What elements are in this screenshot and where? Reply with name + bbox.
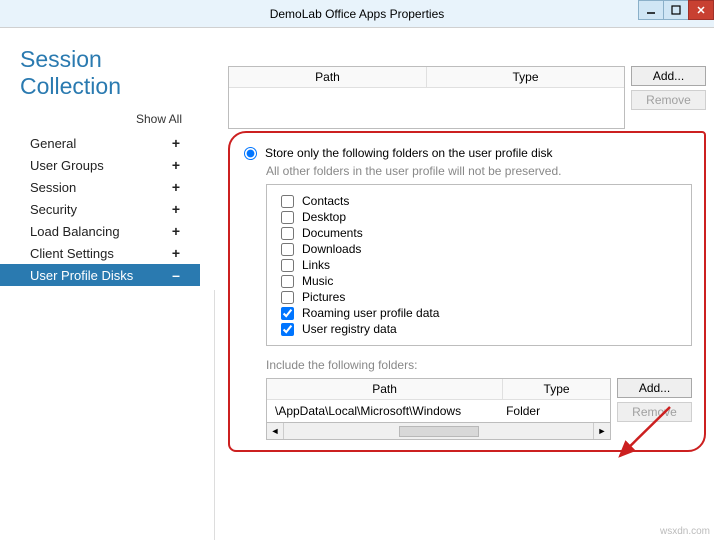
expand-icon[interactable]: +: [170, 179, 182, 195]
folder-checkbox-roaming-user-profile-data[interactable]: Roaming user profile data: [281, 305, 677, 321]
include-horizontal-scrollbar[interactable]: ◄ ►: [266, 423, 611, 440]
nav-item-security[interactable]: Security +: [0, 198, 200, 220]
folder-checkbox-label: Downloads: [302, 242, 361, 256]
exclude-header-type[interactable]: Type: [427, 67, 624, 88]
nav-item-label: User Groups: [30, 158, 104, 173]
include-add-button[interactable]: Add...: [617, 378, 692, 398]
main-panel: Path Type Add... Remove Store only the f…: [200, 28, 714, 539]
folder-checkbox-downloads[interactable]: Downloads: [281, 241, 677, 257]
folder-checkbox-links[interactable]: Links: [281, 257, 677, 273]
nav-item-label: Load Balancing: [30, 224, 120, 239]
watermark-text: wsxdn.com: [660, 526, 710, 537]
scroll-right-button[interactable]: ►: [593, 423, 610, 439]
checkbox[interactable]: [281, 307, 294, 320]
include-table[interactable]: Path Type \AppData\Local\Microsoft\Windo…: [266, 378, 611, 423]
store-only-radio-row[interactable]: Store only the following folders on the …: [244, 146, 692, 160]
nav-list: General+User Groups+Session+Security+Loa…: [0, 132, 200, 286]
exclude-folders-grid: Path Type Add... Remove: [228, 66, 706, 129]
include-table-row[interactable]: \AppData\Local\Microsoft\Windows Folder: [267, 400, 610, 422]
folder-checkbox-documents[interactable]: Documents: [281, 225, 677, 241]
checkbox[interactable]: [281, 323, 294, 336]
exclude-table-body[interactable]: [229, 88, 624, 128]
folder-checkbox-music[interactable]: Music: [281, 273, 677, 289]
folder-checkbox-label: Documents: [302, 226, 363, 240]
checkbox[interactable]: [281, 227, 294, 240]
folder-checkbox-label: Links: [302, 258, 330, 272]
folder-checkbox-label: Desktop: [302, 210, 346, 224]
folder-checkbox-label: User registry data: [302, 322, 397, 336]
title-bar: DemoLab Office Apps Properties: [0, 0, 714, 28]
expand-icon[interactable]: +: [170, 157, 182, 173]
exclude-table[interactable]: Path Type: [228, 66, 625, 129]
store-only-sublabel: All other folders in the user profile wi…: [266, 164, 692, 178]
nav-item-label: General: [30, 136, 76, 151]
folder-checkbox-contacts[interactable]: Contacts: [281, 193, 677, 209]
nav-item-session[interactable]: Session +: [0, 176, 200, 198]
checkbox[interactable]: [281, 275, 294, 288]
nav-item-label: User Profile Disks: [30, 268, 133, 283]
include-row-type: Folder: [494, 400, 610, 422]
exclude-add-button[interactable]: Add...: [631, 66, 706, 86]
nav-item-label: Client Settings: [30, 246, 114, 261]
scroll-left-button[interactable]: ◄: [267, 423, 284, 439]
store-only-section: Store only the following folders on the …: [228, 131, 706, 452]
include-row-path: \AppData\Local\Microsoft\Windows: [267, 400, 494, 422]
nav-item-load-balancing[interactable]: Load Balancing +: [0, 220, 200, 242]
expand-icon[interactable]: –: [170, 267, 182, 283]
show-all-link[interactable]: Show All: [0, 108, 200, 132]
include-header-path[interactable]: Path: [267, 379, 503, 400]
folder-checkbox-pictures[interactable]: Pictures: [281, 289, 677, 305]
scroll-track[interactable]: [284, 423, 593, 439]
maximize-button[interactable]: [663, 0, 689, 20]
nav-item-user-profile-disks[interactable]: User Profile Disks –: [0, 264, 200, 286]
nav-item-user-groups[interactable]: User Groups +: [0, 154, 200, 176]
nav-item-label: Session: [30, 180, 76, 195]
include-folders-grid: Path Type \AppData\Local\Microsoft\Windo…: [266, 378, 692, 440]
page-title: Session Collection: [0, 46, 200, 108]
folder-checkbox-desktop[interactable]: Desktop: [281, 209, 677, 225]
exclude-header-path[interactable]: Path: [229, 67, 427, 88]
include-remove-button[interactable]: Remove: [617, 402, 692, 422]
store-only-radio[interactable]: [244, 147, 257, 160]
exclude-remove-button[interactable]: Remove: [631, 90, 706, 110]
include-header-type[interactable]: Type: [503, 379, 610, 400]
window-title: DemoLab Office Apps Properties: [270, 7, 445, 21]
folder-checkbox-label: Music: [302, 274, 333, 288]
nav-item-client-settings[interactable]: Client Settings +: [0, 242, 200, 264]
folder-checkbox-label: Contacts: [302, 194, 349, 208]
expand-icon[interactable]: +: [170, 135, 182, 151]
profile-folders-box: Contacts Desktop Documents Downloads Links Mu…: [266, 184, 692, 346]
close-button[interactable]: [688, 0, 714, 20]
sidebar: Session Collection Show All General+User…: [0, 28, 200, 539]
checkbox[interactable]: [281, 211, 294, 224]
folder-checkbox-user-registry-data[interactable]: User registry data: [281, 321, 677, 337]
expand-icon[interactable]: +: [170, 201, 182, 217]
checkbox[interactable]: [281, 195, 294, 208]
folder-checkbox-label: Pictures: [302, 290, 345, 304]
window-controls: [639, 0, 714, 20]
scroll-thumb[interactable]: [399, 426, 479, 437]
minimize-button[interactable]: [638, 0, 664, 20]
checkbox[interactable]: [281, 243, 294, 256]
nav-item-label: Security: [30, 202, 77, 217]
folder-checkbox-label: Roaming user profile data: [302, 306, 439, 320]
expand-icon[interactable]: +: [170, 245, 182, 261]
include-folders-label: Include the following folders:: [266, 358, 692, 372]
expand-icon[interactable]: +: [170, 223, 182, 239]
checkbox[interactable]: [281, 259, 294, 272]
store-only-radio-label: Store only the following folders on the …: [265, 146, 553, 160]
checkbox[interactable]: [281, 291, 294, 304]
nav-item-general[interactable]: General +: [0, 132, 200, 154]
